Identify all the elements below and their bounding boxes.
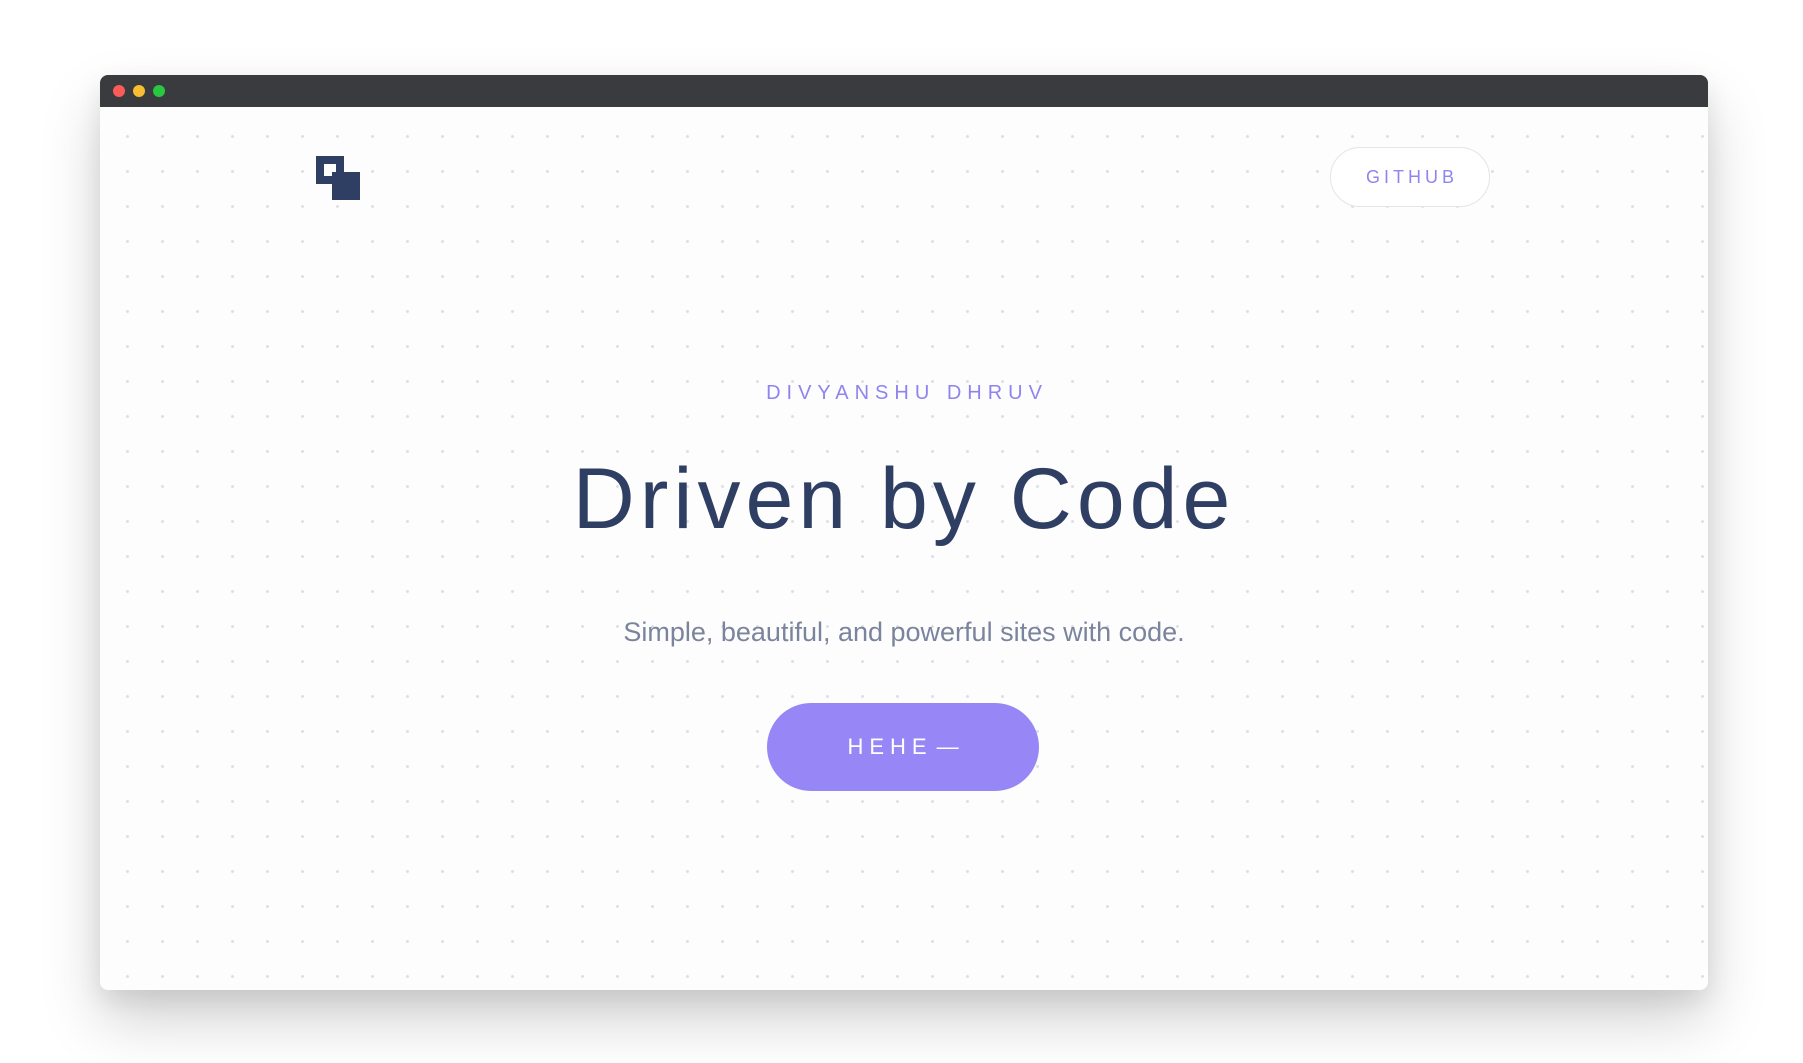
browser-window: GITHUB DIVYANSHU DHRUV Driven by Code Si… xyxy=(100,75,1708,990)
logo-icon[interactable] xyxy=(316,156,360,200)
github-button[interactable]: GITHUB xyxy=(1330,147,1490,207)
author-name: DIVYANSHU DHRUV xyxy=(766,382,1048,404)
arrow-icon: — xyxy=(936,734,959,759)
cta-label: HEHE xyxy=(847,734,933,759)
window-title-bar xyxy=(100,75,1708,107)
maximize-icon[interactable] xyxy=(153,85,165,97)
hehe-button[interactable]: HEHE — xyxy=(767,703,1039,791)
hero-subtitle: Simple, beautiful, and powerful sites wi… xyxy=(623,617,1185,647)
page-title: Driven by Code xyxy=(572,451,1236,547)
page-content: GITHUB DIVYANSHU DHRUV Driven by Code Si… xyxy=(100,107,1708,990)
minimize-icon[interactable] xyxy=(133,85,145,97)
close-icon[interactable] xyxy=(113,85,125,97)
overlapping-squares-logo-icon xyxy=(316,156,360,200)
